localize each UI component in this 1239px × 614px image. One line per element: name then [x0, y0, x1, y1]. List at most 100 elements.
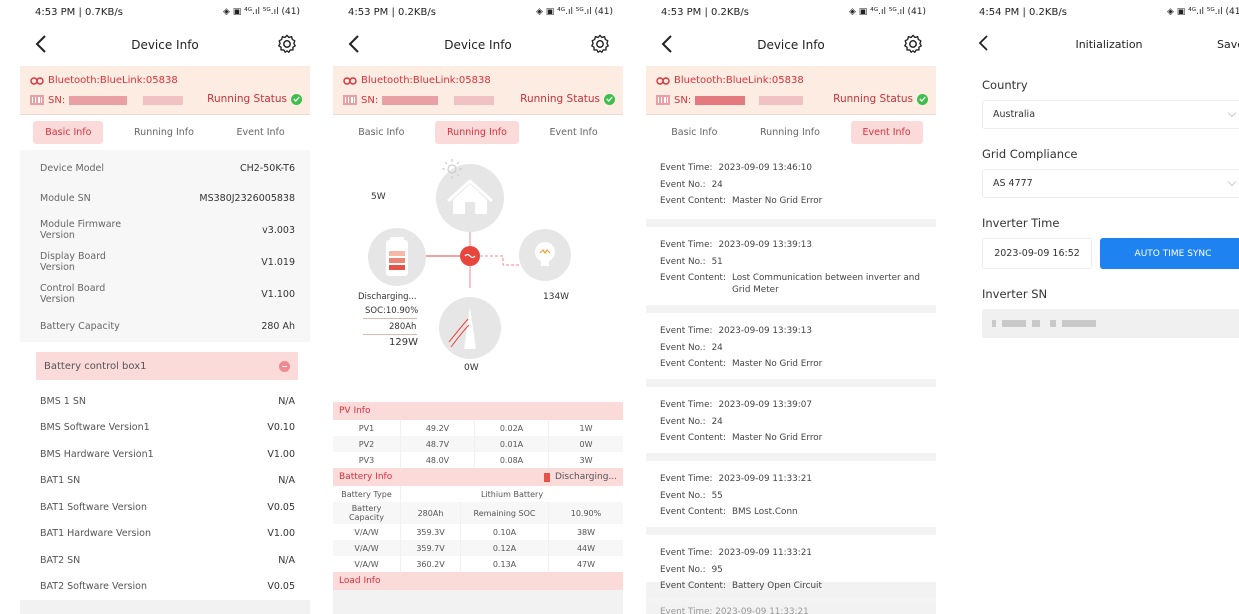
pv-info-header: PV Info — [333, 402, 623, 420]
table-cell: V/A/W — [333, 556, 401, 572]
info-label: Control Board Version — [40, 283, 106, 305]
nav-bar: Device Info — [20, 24, 310, 66]
list-item[interactable]: Event Time: 2023-09-09 11:33:21 Event No.… — [646, 461, 936, 535]
table-cell: 0.10A — [461, 524, 549, 540]
battery-info-list: BMS 1 SN N/A BMS Software Version1 V0.10 B… — [20, 388, 310, 600]
auto-time-sync-button[interactable]: AUTO TIME SYNC — [1100, 238, 1239, 269]
running-status-label: Running Status — [207, 93, 287, 105]
back-icon[interactable] — [972, 31, 996, 55]
tab-basic-info[interactable]: Basic Info — [346, 121, 416, 144]
table-cell: 10.90% — [570, 508, 602, 518]
table-row: V/A/W 359.3V 0.10A 38W — [333, 524, 623, 540]
pv-info-table: PV Info PV1 49.2V 0.02A 1W PV2 48.7V 0.01A 0W … — [333, 402, 623, 590]
event-no: 51 — [711, 256, 723, 267]
table-cell: 1W — [579, 423, 593, 433]
grid-compliance-value: AS 4777 — [993, 178, 1033, 189]
tab-event-info[interactable]: Event Info — [850, 121, 923, 144]
status-time: 4:53 PM | 0.2KB/s — [661, 6, 749, 18]
status-time: 4:53 PM | 0.7KB/s — [35, 6, 123, 18]
table-cell: 47W — [576, 559, 596, 569]
table-cell: 0W — [579, 439, 593, 449]
tab-basic-info[interactable]: Basic Info — [33, 121, 104, 144]
list-item[interactable]: Event Time: 2023-09-09 11:33:21 Event No.… — [646, 535, 936, 605]
tab-running-info[interactable]: Running Info — [122, 121, 206, 144]
table-row: PV1 49.2V 0.02A 1W — [333, 420, 623, 436]
energy-flow-diagram: 5W 134W 0W Discharging... SOC:10.90% 280… — [333, 150, 623, 402]
info-value: V0.05 — [267, 581, 295, 593]
info-value: MS380J2326005838 — [199, 192, 295, 204]
info-row: BAT1 Hardware Version V1.00 — [20, 520, 310, 547]
status-icons: ◈ ▣ ⁴ᴳ.ıl ⁵ᴳ.ıl (41) — [535, 7, 613, 17]
table-cell: 0.01A — [475, 436, 549, 452]
info-value: N/A — [278, 475, 295, 487]
check-icon — [917, 93, 928, 105]
battery-control-box-header[interactable]: Battery control box1 — [36, 352, 298, 380]
sn-label: SN: — [48, 94, 66, 106]
event-content-label: Event Content: — [660, 581, 726, 591]
table-cell: PV1 — [333, 420, 401, 436]
info-label: Module SN — [40, 192, 91, 204]
inverter-time-label: Inverter Time — [982, 216, 1060, 230]
screen-event-info: 4:53 PM | 0.2KB/s ◈ ▣ ⁴ᴳ.ıl ⁵ᴳ.ıl (41) D… — [646, 0, 936, 614]
collapse-icon[interactable] — [279, 360, 290, 372]
gear-icon[interactable] — [902, 33, 924, 55]
page-title: Device Info — [131, 38, 199, 52]
gear-icon[interactable] — [589, 33, 611, 55]
back-icon[interactable] — [30, 32, 54, 56]
list-item[interactable]: Event Time: 2023-09-09 13:46:10 Event No.… — [646, 150, 936, 227]
event-content-label: Event Content: — [660, 507, 726, 517]
status-icons: ◈ ▣ ⁴ᴳ.ıl ⁵ᴳ.ıl (41) — [1166, 7, 1239, 17]
status-time: 4:53 PM | 0.2KB/s — [348, 6, 436, 18]
save-button[interactable]: Save — [1217, 38, 1239, 51]
info-value: 280 Ah — [261, 320, 295, 332]
barcode-icon — [656, 95, 670, 105]
back-icon[interactable] — [343, 32, 367, 56]
running-status-label: Running Status — [520, 93, 600, 105]
screen-initialization: 4:54 PM | 0.2KB/s ◈ ▣ ⁴ᴳ.ıl ⁵ᴳ.ıl (41) I… — [964, 0, 1239, 614]
info-label: BAT2 Software Version — [40, 581, 147, 593]
device-header: Bluetooth:BlueLink:05838 SN: Running Sta… — [646, 66, 936, 114]
running-status: Running Status — [207, 93, 302, 105]
inverter-time-field[interactable]: 2023-09-09 16:52 — [982, 238, 1092, 269]
info-label: Device Model — [40, 162, 105, 174]
table-cell: Battery Type — [333, 486, 401, 502]
event-time-label: Event Time: — [660, 400, 713, 410]
chevron-down-icon — [1227, 177, 1237, 187]
country-select[interactable]: Australia — [982, 100, 1239, 129]
tab-event-info[interactable]: Event Info — [538, 121, 610, 144]
list-item[interactable]: Event Time: 2023-09-09 13:39:13 Event No.… — [646, 227, 936, 313]
event-content: BMS Lost.Conn — [731, 507, 798, 517]
status-bar: 4:53 PM | 0.7KB/s ◈ ▣ ⁴ᴳ.ıl ⁵ᴳ.ıl (41) — [20, 0, 310, 24]
info-value: CH2-50K-T6 — [240, 162, 295, 174]
info-row: BAT1 Software Version V0.05 — [20, 494, 310, 521]
info-row: BMS 1 SN N/A — [20, 388, 310, 415]
inverter-sn-field[interactable] — [982, 309, 1239, 338]
tab-event-info[interactable]: Event Info — [225, 121, 297, 144]
table-row: Battery Capacity 280Ah Remaining SOC 10.90% — [333, 502, 623, 524]
info-label: BAT1 Software Version — [40, 501, 147, 513]
init-form: Country Australia Grid Compliance AS 477… — [964, 78, 1239, 338]
event-no: 95 — [711, 564, 723, 575]
back-icon[interactable] — [656, 32, 680, 56]
tab-basic-info[interactable]: Basic Info — [659, 121, 729, 144]
battery-info-header: Battery Info Discharging... — [333, 468, 623, 486]
basic-info-list: Device Model CH2-50K-T6 Module SN MS380J23… — [20, 154, 310, 342]
grid-compliance-select[interactable]: AS 4777 — [982, 169, 1239, 198]
info-label: BMS Hardware Version1 — [40, 448, 154, 460]
gear-icon[interactable] — [276, 33, 298, 55]
tab-running-info[interactable]: Running Info — [435, 121, 519, 144]
table-row: PV3 48.0V 0.08A 3W — [333, 452, 623, 468]
table-cell: 0.08A — [475, 452, 549, 468]
list-item[interactable]: Event Time: 2023-09-09 13:39:07 Event No.… — [646, 387, 936, 461]
status-bar: 4:53 PM | 0.2KB/s ◈ ▣ ⁴ᴳ.ıl ⁵ᴳ.ıl (41) — [333, 0, 623, 24]
list-item[interactable]: Event Time: 2023-09-09 13:39:13 Event No.… — [646, 313, 936, 387]
table-cell: 44W — [576, 543, 596, 553]
event-no: 24 — [711, 416, 723, 427]
chevron-down-icon — [1227, 108, 1237, 118]
pv-info-title: PV Info — [339, 406, 371, 416]
event-no: 24 — [711, 179, 723, 190]
info-value: V1.019 — [261, 256, 295, 268]
table-cell: Lithium Battery — [480, 489, 544, 499]
grid-compliance-label: Grid Compliance — [982, 147, 1078, 161]
tab-running-info[interactable]: Running Info — [748, 121, 832, 144]
